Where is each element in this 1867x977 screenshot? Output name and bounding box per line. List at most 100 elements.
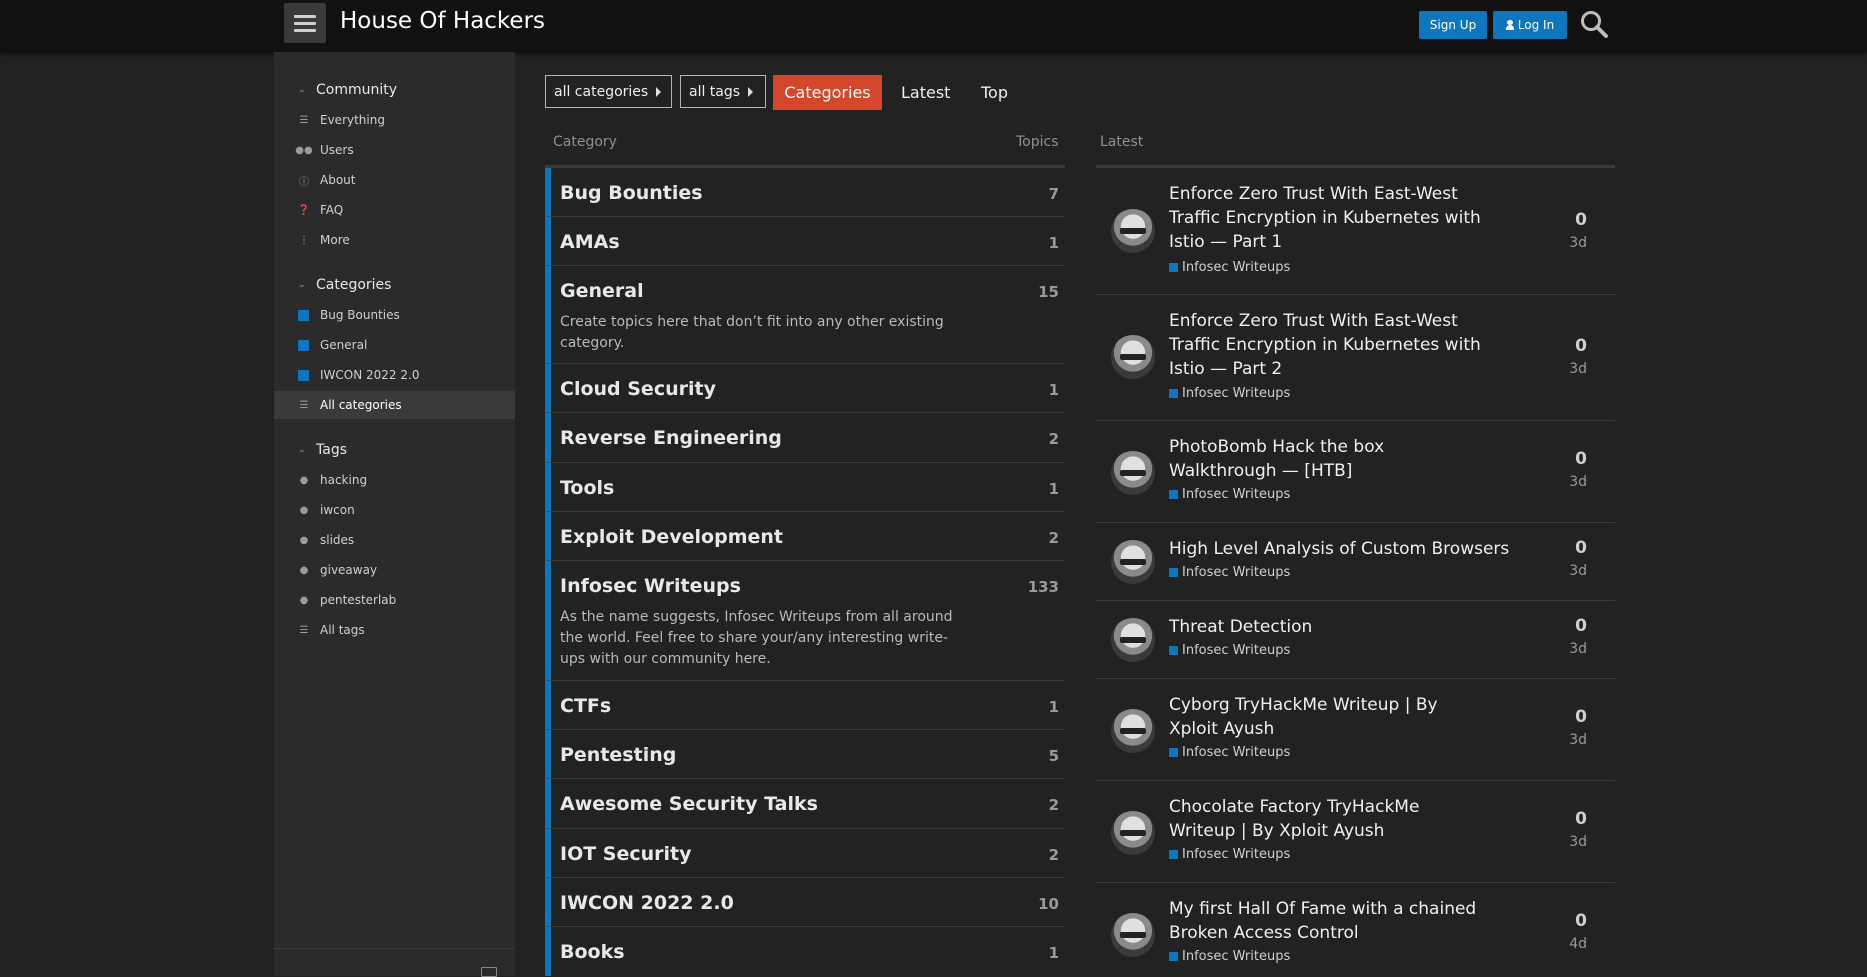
category-row[interactable]: IWCON 2022 2.0 10	[545, 878, 1065, 927]
site-title[interactable]: House Of Hackers	[340, 8, 545, 34]
latest-topic[interactable]: Threat Detection Infosec Writeups 0 3d	[1096, 601, 1615, 679]
category-name[interactable]: Infosec Writeups	[560, 575, 741, 597]
category-row[interactable]: Cloud Security 1	[545, 364, 1065, 413]
sign-up-button[interactable]: Sign Up	[1419, 11, 1487, 39]
search-icon[interactable]	[1579, 9, 1609, 39]
topic-age[interactable]: 3d	[1569, 732, 1587, 748]
avatar[interactable]	[1111, 335, 1155, 379]
sidebar-item-users[interactable]: ●● Users	[274, 136, 515, 164]
category-row[interactable]: Pentesting 5	[545, 730, 1065, 779]
topic-category[interactable]: Infosec Writeups	[1169, 745, 1290, 760]
category-row[interactable]: Tools 1	[545, 463, 1065, 512]
avatar[interactable]	[1111, 618, 1155, 662]
topic-title[interactable]: Enforce Zero Trust With East-West Traffi…	[1169, 309, 1489, 381]
topic-title[interactable]: Cyborg TryHackMe Writeup | By Xploit Ayu…	[1169, 693, 1489, 741]
category-name[interactable]: IOT Security	[560, 843, 692, 865]
sidebar-section-tags[interactable]: ⌄ Tags	[298, 442, 347, 458]
topic-age[interactable]: 3d	[1569, 641, 1587, 657]
category-name[interactable]: CTFs	[560, 695, 611, 717]
category-row[interactable]: CTFs 1	[545, 681, 1065, 730]
topic-category[interactable]: Infosec Writeups	[1169, 565, 1290, 580]
tab-latest[interactable]: Latest	[891, 75, 960, 110]
category-name[interactable]: Pentesting	[560, 744, 676, 766]
sidebar-item-about[interactable]: ⓘ About	[274, 166, 515, 194]
topic-category-label: Infosec Writeups	[1182, 643, 1291, 658]
sidebar-item-tag-iwcon[interactable]: ● iwcon	[274, 496, 515, 524]
category-name[interactable]: Bug Bounties	[560, 182, 703, 204]
topic-title[interactable]: PhotoBomb Hack the box Walkthrough — [HT…	[1169, 435, 1489, 483]
category-name[interactable]: Exploit Development	[560, 526, 783, 548]
latest-topic[interactable]: Enforce Zero Trust With East-West Traffi…	[1096, 295, 1615, 421]
topic-age[interactable]: 3d	[1569, 563, 1587, 579]
topic-category[interactable]: Infosec Writeups	[1169, 487, 1290, 502]
tab-categories[interactable]: Categories	[773, 75, 882, 110]
category-name[interactable]: IWCON 2022 2.0	[560, 892, 734, 914]
topic-category[interactable]: Infosec Writeups	[1169, 847, 1290, 862]
sidebar-section-community[interactable]: ⌄ Community	[298, 82, 397, 98]
sidebar-item-tag-pentesterlab[interactable]: ● pentesterlab	[274, 586, 515, 614]
sidebar-item-all-tags[interactable]: ☰ All tags	[274, 616, 515, 644]
topic-title[interactable]: My first Hall Of Fame with a chained Bro…	[1169, 897, 1489, 945]
category-row[interactable]: Books 1	[545, 927, 1065, 976]
sidebar-item-everything[interactable]: ☰ Everything	[274, 106, 515, 134]
all-tags-dropdown[interactable]: all tags	[680, 75, 766, 108]
tab-top[interactable]: Top	[971, 75, 1018, 110]
topic-title[interactable]: Enforce Zero Trust With East-West Traffi…	[1169, 182, 1489, 254]
sidebar-section-categories[interactable]: ⌄ Categories	[298, 277, 391, 293]
category-name[interactable]: Tools	[560, 477, 614, 499]
latest-topic[interactable]: Cyborg TryHackMe Writeup | By Xploit Ayu…	[1096, 679, 1615, 781]
category-row[interactable]: Awesome Security Talks 2	[545, 779, 1065, 829]
latest-topic[interactable]: Enforce Zero Trust With East-West Traffi…	[1096, 168, 1615, 295]
topic-age[interactable]: 4d	[1569, 936, 1587, 952]
category-row[interactable]: IOT Security 2	[545, 829, 1065, 878]
all-categories-dropdown[interactable]: all categories	[545, 75, 672, 108]
sidebar-item-general[interactable]: General	[274, 331, 515, 359]
category-row[interactable]: Reverse Engineering 2	[545, 413, 1065, 463]
hamburger-menu-icon[interactable]	[284, 3, 326, 43]
category-row[interactable]: Exploit Development 2	[545, 512, 1065, 561]
avatar[interactable]	[1111, 540, 1155, 584]
category-name[interactable]: General	[560, 280, 644, 302]
avatar[interactable]	[1111, 709, 1155, 753]
category-name[interactable]: AMAs	[560, 231, 620, 253]
sidebar-item-faq[interactable]: ❓ FAQ	[274, 196, 515, 224]
topic-age[interactable]: 3d	[1569, 235, 1587, 251]
topic-age[interactable]: 3d	[1569, 834, 1587, 850]
category-row[interactable]: Infosec Writeups 133 As the name suggest…	[545, 561, 1065, 681]
log-in-button[interactable]: Log In	[1493, 11, 1567, 39]
sidebar-item-more[interactable]: ⋮ More	[274, 226, 515, 254]
category-name[interactable]: Cloud Security	[560, 378, 716, 400]
topic-category[interactable]: Infosec Writeups	[1169, 949, 1290, 964]
topic-category[interactable]: Infosec Writeups	[1169, 260, 1290, 275]
topic-category[interactable]: Infosec Writeups	[1169, 386, 1290, 401]
avatar[interactable]	[1111, 811, 1155, 855]
sidebar-item-bug-bounties[interactable]: Bug Bounties	[274, 301, 515, 329]
category-row[interactable]: General 15 Create topics here that don’t…	[545, 266, 1065, 364]
category-row[interactable]: Bug Bounties 7	[545, 168, 1065, 217]
post-count: 0	[1575, 707, 1587, 727]
avatar[interactable]	[1111, 913, 1155, 957]
sidebar-item-tag-giveaway[interactable]: ● giveaway	[274, 556, 515, 584]
sidebar-item-all-categories[interactable]: ☰ All categories	[274, 391, 515, 419]
sidebar-item-tag-hacking[interactable]: ● hacking	[274, 466, 515, 494]
topic-category[interactable]: Infosec Writeups	[1169, 643, 1290, 658]
category-name[interactable]: Books	[560, 941, 625, 963]
avatar[interactable]	[1111, 209, 1155, 253]
topic-title[interactable]: High Level Analysis of Custom Browsers	[1169, 537, 1529, 561]
sidebar-item-tag-slides[interactable]: ● slides	[274, 526, 515, 554]
topic-age[interactable]: 3d	[1569, 474, 1587, 490]
topic-title[interactable]: Threat Detection	[1169, 615, 1489, 639]
category-row[interactable]: AMAs 1	[545, 217, 1065, 266]
topic-age[interactable]: 3d	[1569, 361, 1587, 377]
avatar[interactable]	[1111, 451, 1155, 495]
sidebar-item-iwcon[interactable]: IWCON 2022 2.0	[274, 361, 515, 389]
tag-icon: ●	[299, 474, 309, 486]
topic-title[interactable]: Chocolate Factory TryHackMe Writeup | By…	[1169, 795, 1489, 843]
latest-topic[interactable]: Chocolate Factory TryHackMe Writeup | By…	[1096, 781, 1615, 883]
latest-topic[interactable]: PhotoBomb Hack the box Walkthrough — [HT…	[1096, 421, 1615, 523]
category-name[interactable]: Reverse Engineering	[560, 427, 782, 449]
category-name[interactable]: Awesome Security Talks	[560, 793, 818, 815]
latest-topic[interactable]: My first Hall Of Fame with a chained Bro…	[1096, 883, 1615, 976]
sidebar-item-label: slides	[320, 533, 355, 547]
latest-topic[interactable]: High Level Analysis of Custom Browsers I…	[1096, 523, 1615, 601]
